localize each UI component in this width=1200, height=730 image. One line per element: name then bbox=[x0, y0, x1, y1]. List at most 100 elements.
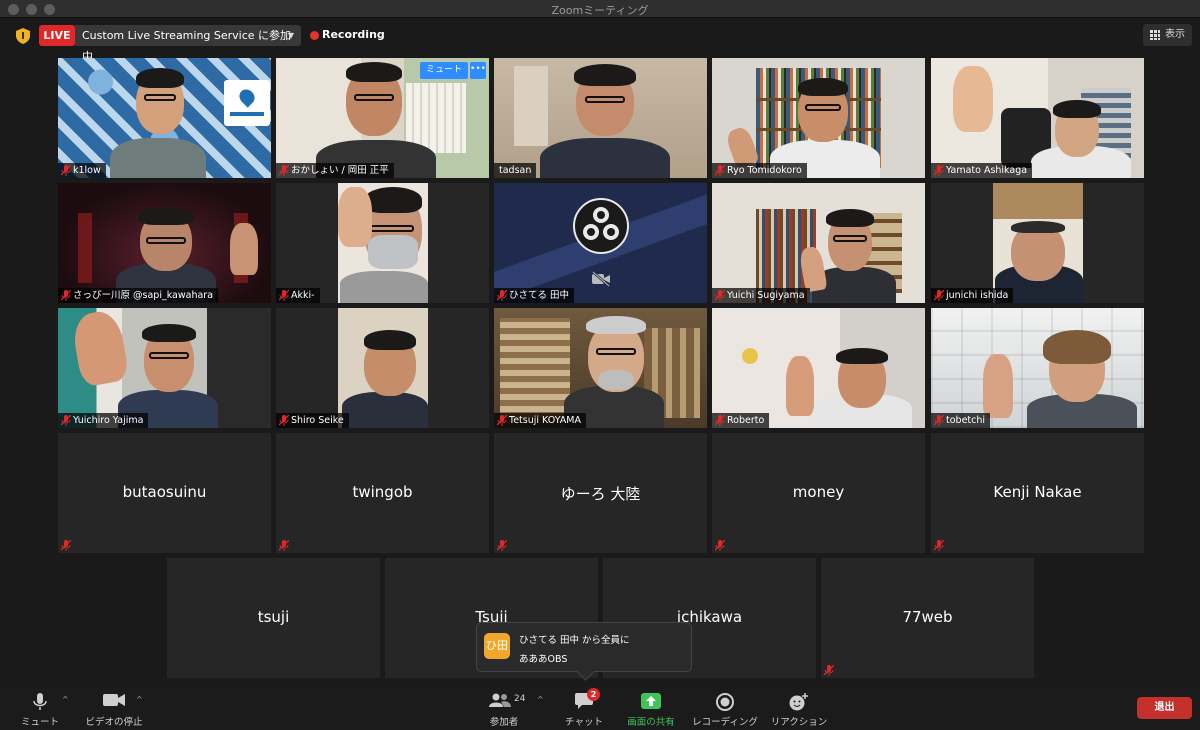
mic-muted-icon bbox=[497, 540, 507, 551]
participant-name: k1low bbox=[58, 163, 106, 178]
recording-indicator[interactable]: Recording bbox=[322, 28, 385, 41]
mute-button[interactable]: ミュート bbox=[18, 686, 62, 730]
stop-video-button[interactable]: ビデオの停止 bbox=[82, 686, 146, 730]
mic-muted-icon bbox=[61, 415, 71, 426]
record-icon bbox=[716, 693, 734, 711]
video-tile[interactable]: Tetsuji KOYAMA bbox=[494, 308, 707, 428]
logo-board bbox=[224, 80, 270, 126]
video-tile[interactable]: tobetchi bbox=[931, 308, 1144, 428]
mic-muted-icon bbox=[279, 290, 289, 301]
participant-name: さっぴー川原 @sapi_kawahara bbox=[58, 288, 219, 303]
video-tile[interactable]: Yamato Ashikaga bbox=[931, 58, 1144, 178]
mic-muted-icon bbox=[279, 540, 289, 551]
mic-muted-icon bbox=[279, 415, 289, 426]
mute-participant-button[interactable]: ミュート bbox=[420, 62, 468, 79]
view-button[interactable]: 表示 bbox=[1143, 24, 1192, 46]
chat-unread-badge: 2 bbox=[587, 688, 600, 701]
video-tile-no-video[interactable]: tsuji bbox=[167, 558, 380, 678]
mic-muted-icon bbox=[61, 290, 71, 301]
mic-muted-icon bbox=[934, 165, 944, 176]
share-screen-button[interactable]: 画面の共有 bbox=[624, 686, 678, 730]
share-screen-icon bbox=[641, 693, 661, 709]
video-camera-icon bbox=[103, 694, 125, 706]
video-tile-no-video[interactable]: 77web bbox=[821, 558, 1034, 678]
participant-name: Yamato Ashikaga bbox=[931, 163, 1033, 178]
participants-button[interactable]: 24 参加者 bbox=[484, 686, 525, 730]
mic-muted-icon bbox=[715, 290, 725, 301]
audio-options-chevron-icon[interactable]: ^ bbox=[62, 695, 69, 704]
video-tile[interactable]: さっぴー川原 @sapi_kawahara bbox=[58, 183, 271, 303]
chat-message: あああOBS bbox=[519, 654, 568, 665]
video-tile[interactable]: ひさてる 田中 bbox=[494, 183, 707, 303]
video-tile-no-video[interactable]: ゆーろ 大陸 bbox=[494, 433, 707, 553]
reactions-button[interactable]: リアクション bbox=[768, 686, 830, 730]
video-tile[interactable]: ミュート ••• おかしょい / 岡田 正平 bbox=[276, 58, 489, 178]
participant-name: Akki- bbox=[276, 288, 320, 303]
more-options-button[interactable]: ••• bbox=[470, 62, 486, 79]
obs-logo-icon bbox=[573, 198, 629, 254]
video-tile-no-video[interactable]: twingob bbox=[276, 433, 489, 553]
video-tile[interactable]: junichi ishida bbox=[931, 183, 1144, 303]
mic-muted-icon bbox=[934, 415, 944, 426]
chat-button[interactable]: 2 チャット bbox=[564, 686, 604, 730]
participant-name: ゆーろ 大陸 bbox=[560, 485, 641, 503]
mic-muted-icon bbox=[61, 540, 71, 551]
participant-name: おかしょい / 岡田 正平 bbox=[276, 163, 394, 178]
mic-muted-icon bbox=[934, 290, 944, 301]
participant-name: twingob bbox=[352, 483, 413, 501]
participant-name: tsuji bbox=[257, 608, 290, 626]
participant-name: money bbox=[792, 483, 845, 501]
title-bar: Zoomミーティング bbox=[0, 0, 1200, 18]
mic-muted-icon bbox=[715, 540, 725, 551]
video-off-icon bbox=[592, 271, 610, 287]
participant-name: 77web bbox=[902, 608, 953, 626]
mic-muted-icon bbox=[497, 290, 507, 301]
video-tile[interactable]: Akki- bbox=[276, 183, 489, 303]
zoom-window: Zoomミーティング LIVE Custom Live Streaming Se… bbox=[0, 0, 1200, 730]
mic-muted-icon bbox=[715, 415, 725, 426]
video-tile[interactable]: k1low bbox=[58, 58, 271, 178]
mic-muted-icon bbox=[934, 540, 944, 551]
record-button[interactable]: レコーディング bbox=[690, 686, 760, 730]
view-label: 表示 bbox=[1165, 29, 1185, 40]
participant-name: Tetsuji KOYAMA bbox=[494, 413, 586, 428]
participants-chevron-icon[interactable]: ^ bbox=[537, 695, 544, 704]
live-stream-dropdown[interactable]: Custom Live Streaming Service に参加中 ▼ bbox=[75, 25, 301, 63]
smiley-plus-icon bbox=[789, 693, 808, 711]
participant-name: Yuichi Sugiyama bbox=[712, 288, 810, 303]
participant-name: tobetchi bbox=[931, 413, 991, 428]
microphone-icon bbox=[33, 693, 47, 710]
recording-dot-icon bbox=[310, 31, 319, 40]
video-tile-no-video[interactable]: butaosuinu bbox=[58, 433, 271, 553]
video-tile[interactable]: Yuichi Sugiyama bbox=[712, 183, 925, 303]
video-tile-no-video[interactable]: money bbox=[712, 433, 925, 553]
window-title: Zoomミーティング bbox=[551, 4, 649, 17]
video-tile-no-video[interactable]: Kenji Nakae bbox=[931, 433, 1144, 553]
leave-meeting-button[interactable]: 退出 bbox=[1137, 697, 1192, 719]
participant-name: tadsan bbox=[494, 163, 537, 178]
security-shield-icon[interactable] bbox=[16, 28, 30, 44]
mic-muted-icon bbox=[497, 415, 507, 426]
participant-name: Yuichiro Yajima bbox=[58, 413, 149, 428]
participant-name: butaosuinu bbox=[122, 483, 207, 501]
mic-muted-icon bbox=[279, 165, 289, 176]
mic-muted-icon bbox=[61, 165, 71, 176]
video-tile-active-speaker[interactable]: tadsan bbox=[494, 58, 707, 178]
video-tile[interactable]: Roberto bbox=[712, 308, 925, 428]
video-tile[interactable]: Yuichiro Yajima bbox=[58, 308, 271, 428]
video-options-chevron-icon[interactable]: ^ bbox=[136, 695, 143, 704]
participant-name: Ryo Tomidokoro bbox=[712, 163, 807, 178]
participant-name: Roberto bbox=[712, 413, 770, 428]
participant-name: Kenji Nakae bbox=[993, 483, 1082, 501]
chat-notification[interactable]: ひ田 ひさてる 田中 から全員に あああOBS bbox=[476, 622, 692, 672]
live-badge[interactable]: LIVE bbox=[39, 25, 75, 46]
chevron-down-icon: ▼ bbox=[287, 31, 294, 40]
video-tile[interactable]: Ryo Tomidokoro bbox=[712, 58, 925, 178]
participants-icon bbox=[489, 693, 511, 707]
mic-muted-icon bbox=[715, 165, 725, 176]
mic-muted-icon bbox=[824, 665, 834, 676]
video-tile[interactable]: Shiro Seike bbox=[276, 308, 489, 428]
participant-name: Shiro Seike bbox=[276, 413, 349, 428]
avatar: ひ田 bbox=[484, 633, 510, 659]
participant-name: ひさてる 田中 bbox=[494, 288, 575, 303]
